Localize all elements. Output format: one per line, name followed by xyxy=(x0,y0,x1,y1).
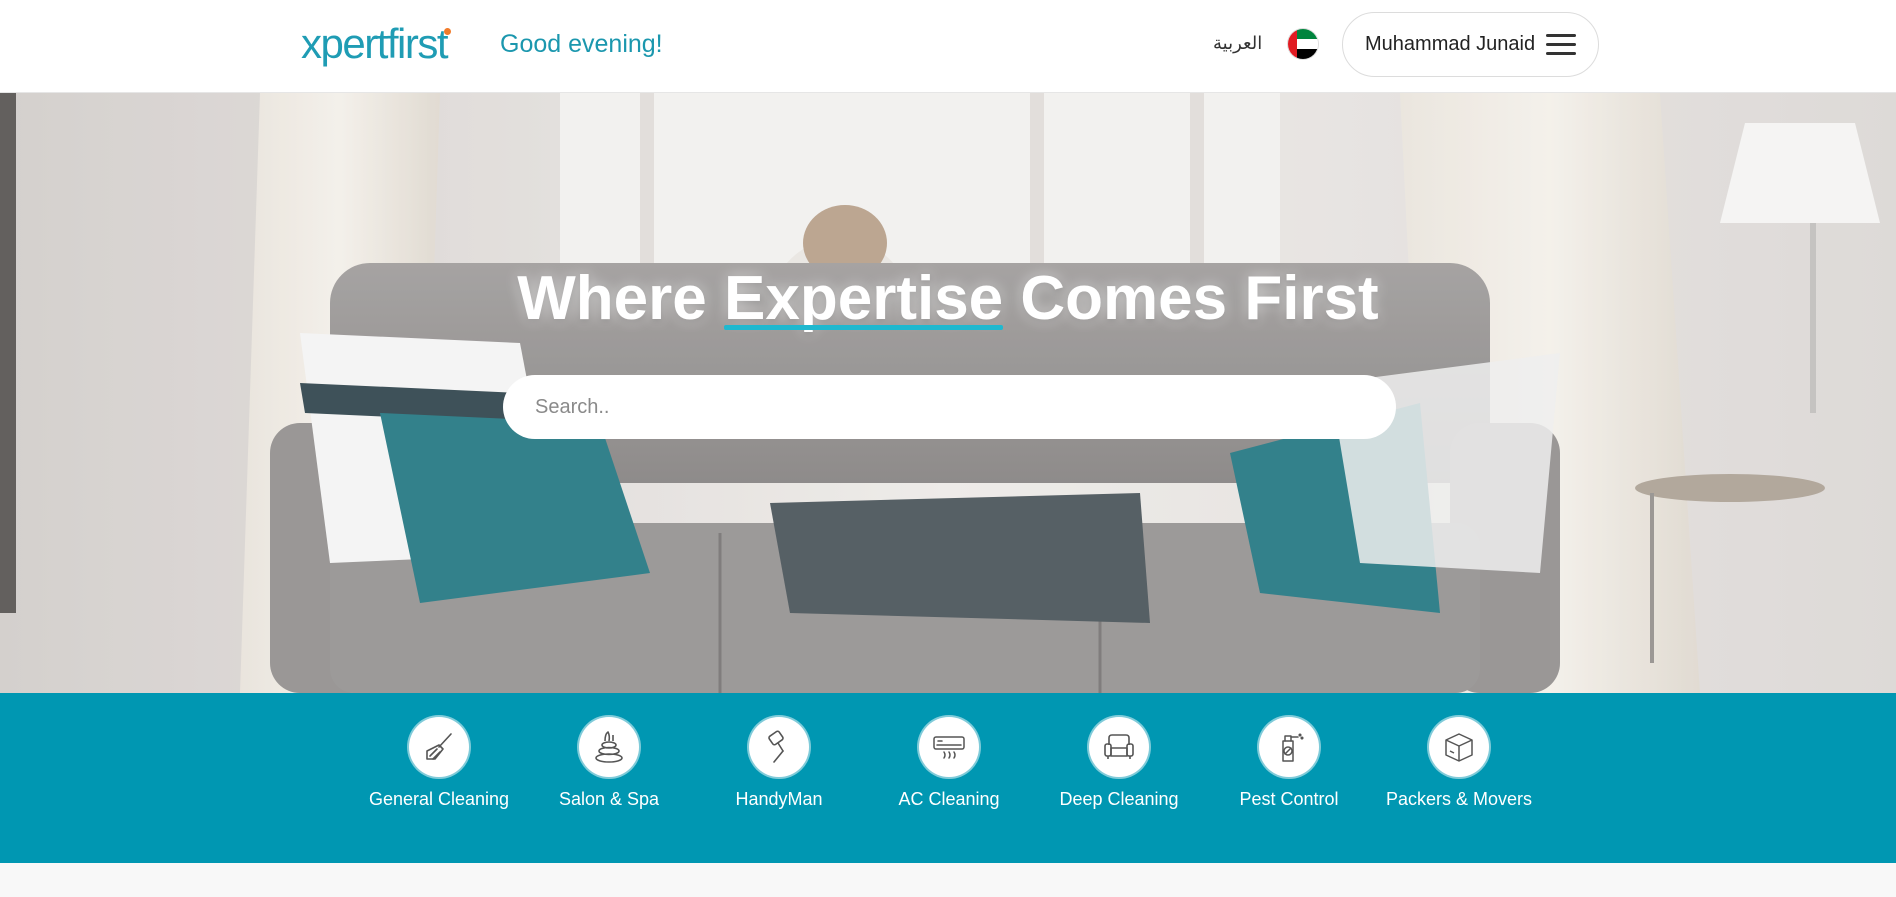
category-label: HandyMan xyxy=(735,789,823,809)
logo[interactable]: xpertfirst xyxy=(301,20,452,68)
hero-title-highlight: Expertise xyxy=(724,264,1004,333)
user-name: Muhammad Junaid xyxy=(1365,33,1536,55)
category-label: General Cleaning xyxy=(368,789,510,809)
category-label: Pest Control xyxy=(1239,789,1339,809)
sofa-icon xyxy=(1089,717,1149,777)
category-general-cleaning[interactable]: General Cleaning xyxy=(364,717,514,812)
box-icon xyxy=(1429,717,1489,777)
site-header: xpertfirst Good evening! العربية Muhamma… xyxy=(0,0,1896,93)
category-handyman[interactable]: HandyMan xyxy=(704,717,854,812)
paint-roller-icon xyxy=(749,717,809,777)
hero-title-after: Comes First xyxy=(1003,264,1379,333)
category-bar: General Cleaning Salon & Spa HandyMan AC… xyxy=(0,693,1896,863)
category-label: Salon & Spa xyxy=(558,789,660,809)
category-label: Deep Cleaning xyxy=(1059,789,1179,809)
uae-flag-icon[interactable] xyxy=(1288,29,1318,59)
user-menu-button[interactable]: Muhammad Junaid xyxy=(1342,12,1599,77)
pest-spray-icon xyxy=(1259,717,1319,777)
page-content-area xyxy=(0,863,1896,897)
spa-stones-icon xyxy=(579,717,639,777)
hamburger-menu-icon xyxy=(1546,34,1576,56)
air-conditioner-icon xyxy=(919,717,979,777)
category-deep-cleaning[interactable]: Deep Cleaning xyxy=(1044,717,1194,812)
category-label: Packers & Movers xyxy=(1385,789,1533,809)
greeting: Good evening! xyxy=(500,30,663,58)
category-packers-movers[interactable]: Packers & Movers xyxy=(1384,717,1534,812)
category-pest-control[interactable]: Pest Control xyxy=(1214,717,1364,812)
category-ac-cleaning[interactable]: AC Cleaning xyxy=(874,717,1024,812)
category-label: AC Cleaning xyxy=(898,789,1000,809)
broom-icon xyxy=(409,717,469,777)
hero-title-before: Where xyxy=(517,264,724,333)
search-input[interactable] xyxy=(503,375,1396,439)
category-salon-spa[interactable]: Salon & Spa xyxy=(534,717,684,812)
hero-title: Where Expertise Comes First xyxy=(0,263,1896,334)
logo-dot xyxy=(444,28,452,35)
language-switch-link[interactable]: العربية xyxy=(1213,33,1262,54)
logo-text: xpertfirst xyxy=(301,20,449,67)
hero-banner: Where Expertise Comes First xyxy=(0,93,1896,693)
